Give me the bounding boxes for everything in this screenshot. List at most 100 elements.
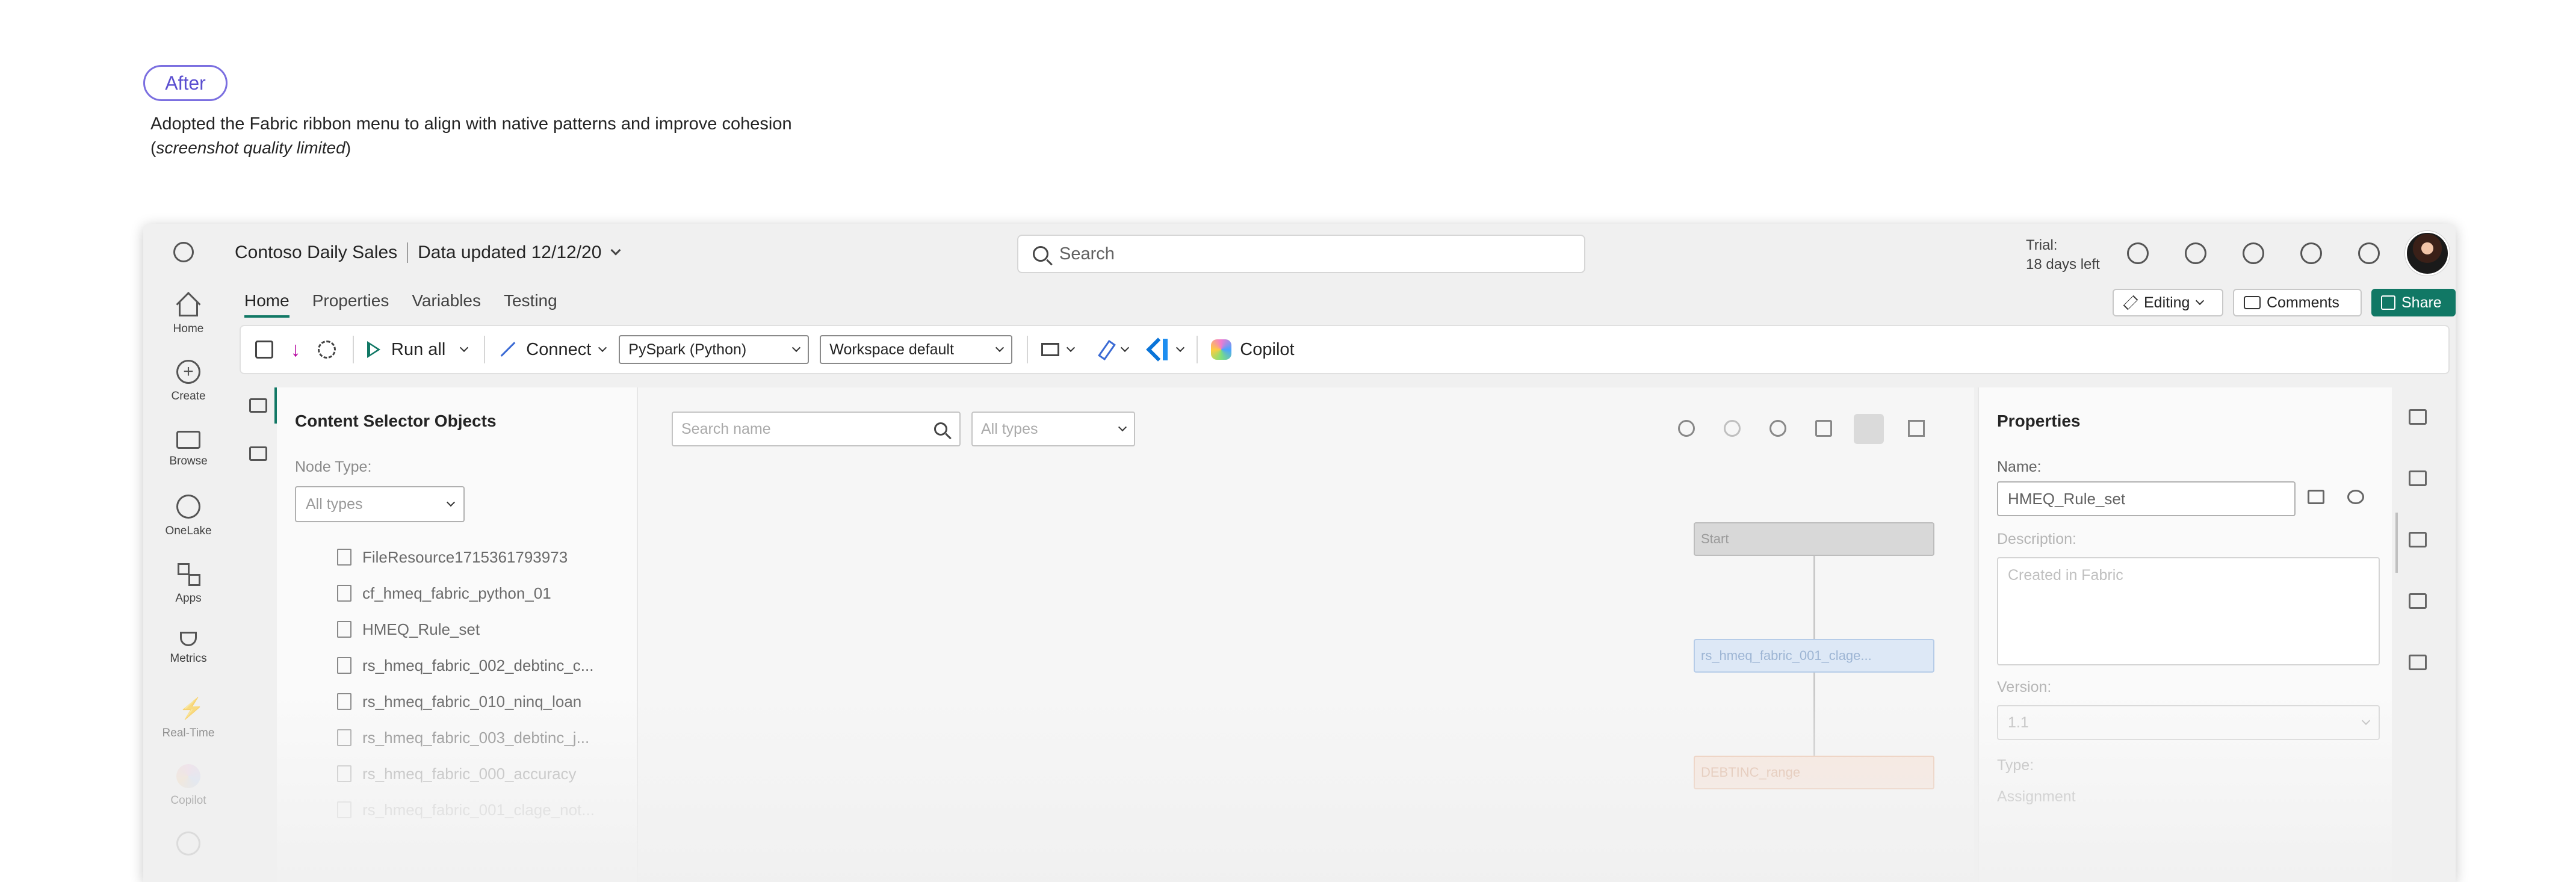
play-icon[interactable] [367,341,380,358]
start-node[interactable]: Start [1694,522,1934,556]
comments-button[interactable]: Comments [2233,289,2362,316]
refresh-icon[interactable] [2347,490,2364,504]
tab-testing[interactable]: Testing [504,291,557,318]
file-icon [337,549,351,566]
node-type-select[interactable]: All types [295,486,465,522]
description-field[interactable]: Created in Fabric [1997,557,2380,665]
zoom-out-icon[interactable] [1724,420,1741,437]
connect-chevron-icon[interactable] [598,343,607,353]
avatar[interactable] [2405,231,2450,276]
home-icon [179,302,198,316]
media-panel-icon[interactable] [249,446,267,461]
item-title-group[interactable]: Contoso Daily Sales Data updated 12/12/2… [235,242,621,264]
tree-item[interactable]: rs_hmeq_fabric_000_accuracy [337,762,577,786]
tree-item[interactable]: rs_hmeq_fabric_003_debtinc_j... [337,726,589,750]
vscode-chevron-icon[interactable] [1176,343,1185,353]
brush-icon[interactable] [1095,341,1113,359]
debtinc-node[interactable]: DEBTINC_range [1694,756,1934,789]
frame-icon[interactable] [1815,420,1832,437]
nav-more[interactable] [143,831,234,862]
table-icon[interactable] [2409,470,2427,486]
nav-copilot[interactable]: Copilot [143,764,234,807]
info-icon[interactable] [2409,593,2427,609]
layout-toggle-icon[interactable] [1854,414,1884,444]
name-field[interactable]: HMEQ_Rule_set [1997,481,2296,516]
canvas-type-value: All types [981,420,1038,437]
ruleset-node[interactable]: rs_hmeq_fabric_001_clage... [1694,639,1934,673]
zoom-fit-icon[interactable] [1769,420,1786,437]
view-frame-icon[interactable] [1041,343,1060,356]
properties-panel: Properties Name: HMEQ_Rule_set Descripti… [1978,387,2392,882]
objects-panel-icon[interactable] [249,398,267,413]
ruleset-icon [337,801,351,818]
tree-item[interactable]: cf_hmeq_fabric_python_01 [337,581,551,605]
ribbon-divider [1197,336,1198,363]
nav-create[interactable]: Create [143,360,234,403]
vscode-icon[interactable] [1146,339,1168,360]
metrics-icon [180,632,197,646]
environment-select[interactable]: Workspace default [820,335,1013,364]
tree-item[interactable]: rs_hmeq_fabric_010_ninq_loan [337,689,581,714]
run-all-chevron-icon[interactable] [460,343,469,353]
nav-realtime-label: Real-Time [162,727,215,739]
notifications-icon[interactable] [2127,242,2149,264]
chat-icon[interactable] [2409,655,2427,670]
realtime-icon [176,697,204,721]
editor-content: Content Selector Objects Node Type: All … [240,387,2456,882]
search-placeholder: Search [1059,244,1115,264]
chevron-down-icon[interactable] [610,245,621,256]
app-launcher-icon[interactable] [173,242,194,262]
download-icon[interactable] [2243,242,2264,264]
help-icon[interactable] [2300,242,2322,264]
description-label: Description: [1997,531,2076,547]
tab-home[interactable]: Home [244,291,289,318]
editing-mode-button[interactable]: Editing [2113,289,2223,316]
nav-onelake-label: OneLake [165,525,212,537]
zoom-in-icon[interactable] [1678,420,1695,437]
download-icon[interactable]: ↓ [286,339,305,360]
canvas-type-select[interactable]: All types [971,412,1135,446]
brush-chevron-icon[interactable] [1121,343,1130,353]
flow-canvas[interactable]: Search name All types Start rs_hmeq_fabr… [638,387,1974,882]
tab-properties[interactable]: Properties [312,291,389,318]
tree-item[interactable]: rs_hmeq_fabric_002_debtinc_c... [337,653,593,677]
tree-item[interactable]: rs_hmeq_fabric_001_clage_not... [337,798,595,822]
nav-apps[interactable]: Apps [143,562,234,605]
run-all-button[interactable]: Run all [391,340,445,360]
copilot-button[interactable]: Copilot [1240,340,1294,360]
share-button[interactable]: Share [2371,289,2456,316]
view-chevron-icon[interactable] [1067,343,1076,353]
tree-item[interactable]: FileResource1715361793973 [337,545,568,569]
nav-metrics[interactable]: Metrics [143,629,234,665]
save-icon[interactable] [255,341,273,359]
ribbon-divider [484,336,486,363]
nav-onelake[interactable]: OneLake [143,495,234,538]
version-select[interactable]: 1.1 [1997,705,2380,740]
browse-icon [176,431,200,449]
folder-icon[interactable] [2308,490,2324,504]
create-icon [176,360,200,384]
global-search-input[interactable]: Search [1017,235,1585,273]
version-label: Version: [1997,679,2052,695]
settings-icon[interactable] [2185,242,2206,264]
feedback-icon[interactable] [2358,242,2380,264]
data-source-icon[interactable] [2409,409,2427,425]
type-value: Assignment [1997,788,2076,805]
app-window: Contoso Daily Sales Data updated 12/12/2… [143,224,2456,882]
nav-realtime[interactable]: Real-Time [143,697,234,740]
name-value: HMEQ_Rule_set [2008,489,2126,508]
connect-button[interactable]: Connect [526,340,591,360]
ruleset-icon [337,693,351,710]
tab-variables[interactable]: Variables [412,291,481,318]
more-icon [176,831,200,856]
tree-item[interactable]: HMEQ_Rule_set [337,617,480,641]
flow-connector [1813,673,1815,756]
properties-icon[interactable] [2409,532,2427,547]
language-select[interactable]: PySpark (Python) [619,335,810,364]
nav-browse[interactable]: Browse [143,427,234,468]
canvas-search-input[interactable]: Search name [672,412,961,446]
nav-home[interactable]: Home [143,292,234,336]
after-badge: After [143,65,228,101]
list-icon[interactable] [1908,420,1925,437]
gear-icon[interactable] [318,341,336,359]
